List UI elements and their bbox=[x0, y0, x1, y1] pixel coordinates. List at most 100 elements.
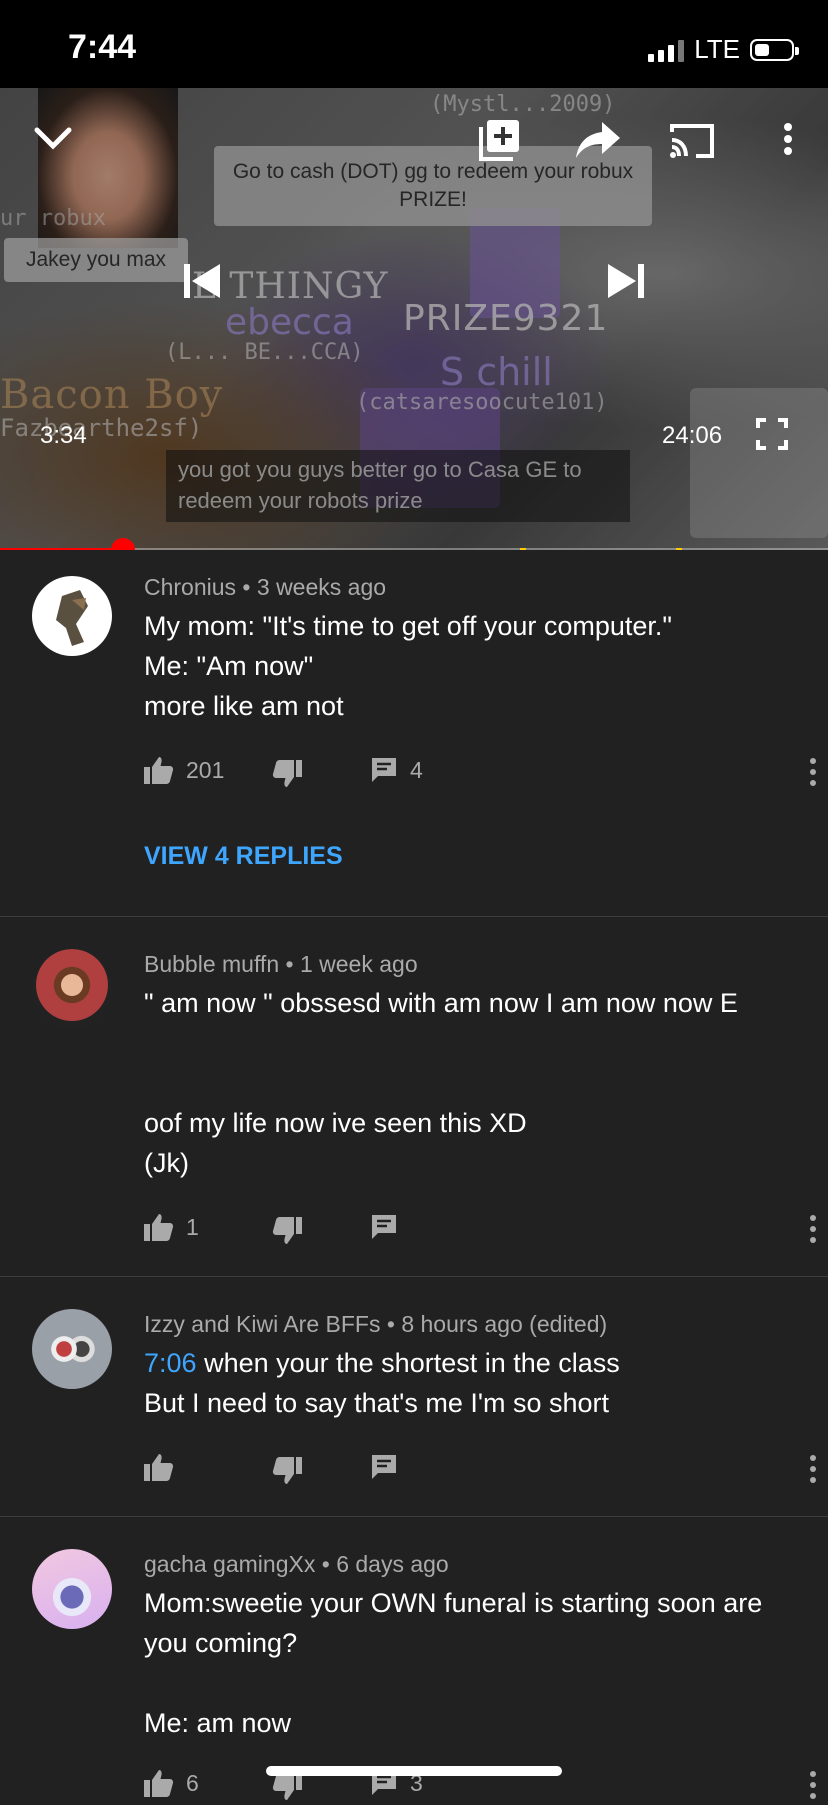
video-duration: 24:06 bbox=[662, 422, 723, 449]
avatar[interactable] bbox=[32, 1309, 112, 1389]
comment-author[interactable]: gacha gamingXx bbox=[144, 1551, 315, 1577]
dislike-button[interactable] bbox=[272, 1457, 302, 1485]
like-button[interactable]: 6 bbox=[144, 1769, 199, 1797]
signal-icon bbox=[648, 38, 685, 62]
current-time: 3:34 bbox=[40, 422, 87, 449]
add-to-playlist-button[interactable] bbox=[478, 118, 522, 167]
comment-body: 7:06 when your the shortest in the class… bbox=[144, 1343, 794, 1423]
share-button[interactable] bbox=[574, 120, 622, 165]
comment-menu-button[interactable] bbox=[809, 1771, 817, 1801]
comment-actions: 1 bbox=[144, 1213, 816, 1249]
like-button[interactable]: 1 bbox=[144, 1213, 199, 1241]
skip-next-icon bbox=[608, 264, 644, 298]
comment-body: Mom:sweetie your OWN funeral is starting… bbox=[144, 1583, 794, 1743]
comment-body: " am now " obssesd with am now I am now … bbox=[144, 983, 794, 1183]
comment-line: Mom:sweetie your OWN funeral is starting… bbox=[144, 1588, 763, 1658]
meta-separator: • bbox=[279, 951, 300, 977]
comment-line: (Jk) bbox=[144, 1148, 189, 1178]
previous-button[interactable] bbox=[182, 262, 222, 305]
comment-author[interactable]: Izzy and Kiwi Are BFFs bbox=[144, 1311, 380, 1337]
thumbs-down-icon bbox=[272, 1217, 302, 1244]
status-indicators: LTE bbox=[648, 34, 799, 65]
chevron-down-icon bbox=[34, 127, 72, 150]
comment-time: 1 week ago bbox=[299, 951, 418, 977]
like-count: 1 bbox=[186, 1213, 199, 1240]
comment-author[interactable]: Bubble muffn bbox=[144, 951, 279, 977]
comment-line: Me: "Am now" bbox=[144, 651, 314, 681]
comment-time: 6 days ago bbox=[336, 1551, 449, 1577]
thumbs-down-icon bbox=[272, 1773, 302, 1800]
thumbs-up-icon bbox=[144, 757, 174, 784]
comment-body: My mom: "It's time to get off your compu… bbox=[144, 606, 794, 726]
comment-line: oof my life now ive seen this XD bbox=[144, 1108, 527, 1138]
meta-separator: • bbox=[380, 1311, 402, 1337]
home-indicator[interactable] bbox=[266, 1766, 562, 1776]
avatar[interactable] bbox=[32, 949, 112, 1029]
dislike-button[interactable] bbox=[272, 1217, 302, 1245]
comment-line: My mom: "It's time to get off your compu… bbox=[144, 611, 673, 641]
thumbs-up-icon bbox=[144, 1454, 174, 1481]
comment-divider bbox=[0, 1516, 828, 1517]
minimize-button[interactable] bbox=[34, 126, 72, 157]
comment-blank-line bbox=[144, 1663, 794, 1703]
vertical-dots-icon bbox=[784, 123, 792, 155]
fullscreen-button[interactable] bbox=[756, 418, 788, 455]
comment-time: 3 weeks ago bbox=[256, 574, 387, 600]
comment-meta: gacha gamingXx • 6 days ago bbox=[144, 1551, 449, 1578]
comment-line: Me: am now bbox=[144, 1708, 292, 1738]
meta-separator: • bbox=[315, 1551, 337, 1577]
reply-button[interactable] bbox=[370, 1453, 398, 1481]
cast-button[interactable] bbox=[668, 120, 716, 165]
reply-button[interactable] bbox=[370, 1213, 398, 1241]
progress-bar[interactable] bbox=[0, 538, 828, 550]
comment-divider bbox=[0, 1276, 828, 1277]
meta-separator: • bbox=[236, 574, 257, 600]
thumbs-down-icon bbox=[272, 1457, 302, 1484]
ad-marker bbox=[520, 548, 526, 550]
comment-menu-button[interactable] bbox=[809, 1215, 817, 1245]
thumbs-up-icon bbox=[144, 1770, 174, 1797]
view-replies-link[interactable]: VIEW 4 REPLIES bbox=[144, 842, 343, 871]
more-options-button[interactable] bbox=[782, 122, 794, 161]
comment-divider bbox=[0, 916, 828, 917]
fullscreen-icon bbox=[756, 418, 788, 450]
share-arrow-icon bbox=[576, 122, 620, 158]
comment-menu-button[interactable] bbox=[809, 1455, 817, 1485]
ad-marker bbox=[676, 548, 682, 550]
battery-icon bbox=[750, 38, 799, 61]
comment-meta: Izzy and Kiwi Are BFFs • 8 hours ago (ed… bbox=[144, 1311, 607, 1338]
timestamp-link[interactable]: 7:06 bbox=[144, 1348, 197, 1378]
reply-count: 4 bbox=[410, 756, 423, 783]
status-bar: 7:44 LTE bbox=[0, 0, 828, 88]
comment-icon bbox=[372, 758, 396, 782]
dislike-button[interactable] bbox=[272, 1773, 302, 1801]
comment-author[interactable]: Chronius bbox=[144, 574, 236, 600]
playlist-add-icon bbox=[479, 120, 519, 161]
status-time: 7:44 bbox=[68, 28, 137, 66]
thumbs-up-icon bbox=[144, 1214, 174, 1241]
like-count: 6 bbox=[186, 1769, 199, 1796]
avatar[interactable] bbox=[32, 1549, 112, 1629]
dislike-button[interactable] bbox=[272, 760, 302, 788]
avatar-image bbox=[56, 590, 88, 646]
comment-line: 7:06 when your the shortest in the class bbox=[144, 1343, 794, 1383]
comment-line: But I need to say that's me I'm so short bbox=[144, 1388, 610, 1418]
like-button[interactable] bbox=[144, 1453, 174, 1481]
comment-icon bbox=[372, 1455, 396, 1479]
like-count: 201 bbox=[186, 756, 225, 783]
like-button[interactable]: 201 bbox=[144, 756, 224, 784]
video-player[interactable]: (Mystl...2009) ur robux L THINGY ebecca … bbox=[0, 88, 828, 550]
comment-blank-line bbox=[144, 1023, 794, 1063]
comment-actions bbox=[144, 1453, 816, 1489]
comment-line: " am now " obssesd with am now I am now … bbox=[144, 988, 738, 1018]
comment-blank-line bbox=[144, 1063, 794, 1103]
comment-meta: Chronius • 3 weeks ago bbox=[144, 574, 386, 601]
next-button[interactable] bbox=[606, 262, 646, 305]
comment-menu-button[interactable] bbox=[809, 758, 817, 788]
progress-played bbox=[0, 548, 123, 550]
reply-button[interactable]: 4 bbox=[370, 756, 423, 784]
skip-previous-icon bbox=[184, 264, 220, 298]
network-label: LTE bbox=[694, 34, 740, 64]
avatar[interactable] bbox=[32, 576, 112, 656]
comment-line: more like am not bbox=[144, 691, 344, 721]
